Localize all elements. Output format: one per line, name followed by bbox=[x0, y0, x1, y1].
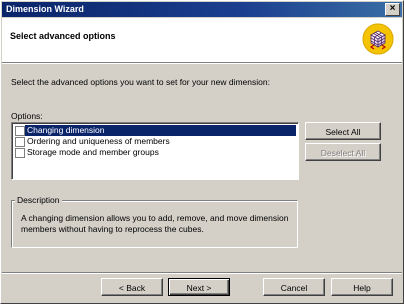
checkbox[interactable] bbox=[15, 137, 25, 147]
description-legend: Description bbox=[15, 195, 62, 205]
footer-divider bbox=[2, 272, 402, 274]
instruction-text: Select the advanced options you want to … bbox=[11, 77, 270, 87]
checkbox[interactable] bbox=[15, 126, 25, 136]
option-label: Changing dimension bbox=[25, 125, 296, 136]
select-all-button[interactable]: Select All bbox=[305, 122, 381, 140]
cancel-button[interactable]: Cancel bbox=[263, 278, 325, 296]
window-title: Dimension Wizard bbox=[6, 4, 84, 14]
close-icon: × bbox=[389, 3, 396, 14]
option-label: Storage mode and member groups bbox=[27, 147, 159, 157]
title-bar[interactable]: Dimension Wizard × bbox=[2, 2, 402, 17]
help-button[interactable]: Help bbox=[331, 278, 393, 296]
list-item[interactable]: Changing dimension bbox=[14, 125, 296, 136]
list-item[interactable]: Storage mode and member groups bbox=[14, 147, 294, 158]
list-item[interactable]: Ordering and uniqueness of members bbox=[14, 136, 294, 147]
options-label-text: Options: bbox=[11, 111, 43, 121]
deselect-all-button[interactable]: Deselect All bbox=[305, 143, 381, 161]
option-label: Ordering and uniqueness of members bbox=[27, 136, 170, 146]
next-button[interactable]: Next > bbox=[168, 278, 230, 296]
header-divider bbox=[2, 63, 402, 64]
page-title: Select advanced options bbox=[10, 31, 116, 41]
close-button[interactable]: × bbox=[385, 3, 400, 16]
checkbox[interactable] bbox=[15, 148, 25, 158]
back-button[interactable]: < Back bbox=[101, 278, 163, 296]
options-listbox[interactable]: Changing dimension Ordering and uniquene… bbox=[11, 122, 299, 180]
options-label: Options: bbox=[11, 111, 43, 121]
wizard-header: Select advanced options bbox=[2, 18, 402, 63]
dimension-wizard-window: Dimension Wizard × Select advanced optio… bbox=[0, 0, 404, 304]
description-text: A changing dimension allows you to add, … bbox=[21, 213, 289, 234]
cube-icon bbox=[362, 23, 394, 55]
